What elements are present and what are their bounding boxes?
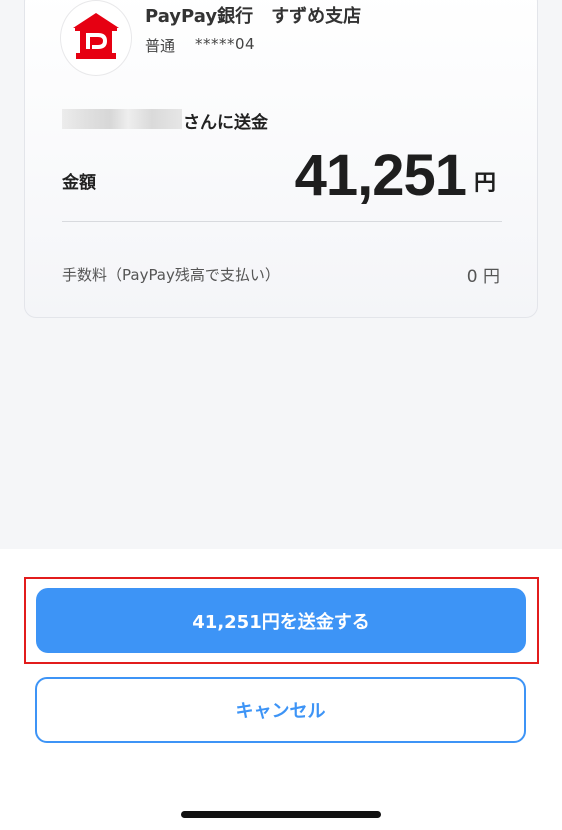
cancel-button[interactable]: キャンセル bbox=[35, 677, 526, 743]
account-number: *****04 bbox=[195, 35, 256, 53]
amount-value: 41,251 bbox=[294, 143, 467, 208]
amount-unit: 円 bbox=[474, 171, 497, 196]
paypay-bank-logo-icon bbox=[73, 13, 119, 59]
home-indicator bbox=[181, 811, 381, 818]
recipient-name-redacted bbox=[62, 109, 182, 129]
amount-label: 金額 bbox=[62, 173, 96, 193]
account-type: 普通 bbox=[145, 37, 176, 55]
bank-logo bbox=[60, 0, 132, 76]
divider bbox=[62, 221, 502, 222]
recipient-label: さんに送金 bbox=[183, 113, 268, 133]
bank-name: PayPay銀行 すずめ支店 bbox=[145, 6, 362, 27]
send-money-button[interactable]: 41,251円を送金する bbox=[36, 588, 526, 653]
fee-value: 0 円 bbox=[466, 267, 500, 287]
fee-label: 手数料（PayPay残高で支払い） bbox=[62, 266, 280, 284]
